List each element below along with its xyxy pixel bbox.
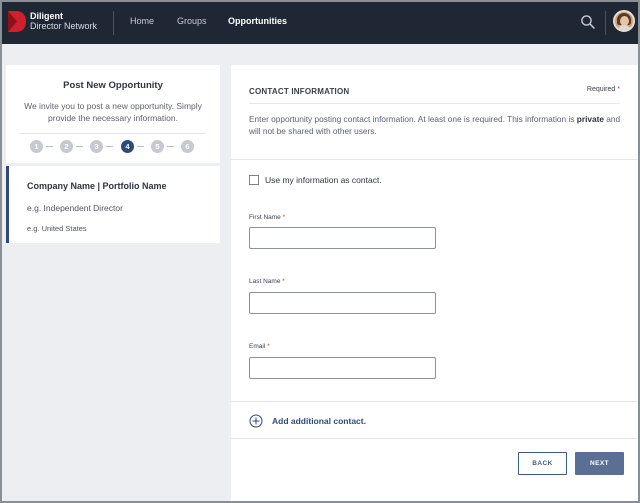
section-description: Enter opportunity posting contact inform… [249, 113, 624, 137]
description-private: private [576, 114, 604, 124]
brand-line-2: Director Network [30, 21, 98, 31]
opportunity-summary-card: Company Name | Portfolio Name e.g. Indep… [6, 166, 220, 243]
nav-link-groups[interactable]: Groups [177, 16, 207, 26]
use-my-info-label[interactable]: Use my information as contact. [265, 175, 382, 185]
top-navigation-bar: Diligent Director Network Home Groups Op… [2, 2, 638, 44]
step-3[interactable]: 3 [90, 140, 103, 153]
step-1[interactable]: 1 [30, 140, 43, 153]
next-button[interactable]: NEXT [575, 452, 624, 475]
required-asterisk: * [267, 343, 270, 350]
wizard-title: Post New Opportunity [63, 80, 163, 91]
step-connector [46, 146, 53, 147]
step-connector [167, 146, 174, 147]
step-connector [76, 146, 83, 147]
band-divider [231, 401, 638, 402]
add-contact-link[interactable]: Add additional contact. [272, 416, 366, 426]
first-name-field[interactable] [249, 227, 436, 249]
search-icon[interactable] [580, 14, 596, 30]
avatar-body [617, 25, 631, 30]
email-label-text: Email [249, 343, 266, 350]
last-name-label: Last Name * [249, 278, 285, 285]
summary-country: e.g. United States [27, 224, 87, 233]
add-circle-icon[interactable] [249, 414, 263, 428]
app-window: Diligent Director Network Home Groups Op… [0, 0, 640, 503]
first-name-label: First Name * [249, 214, 285, 221]
step-connector [106, 146, 113, 147]
nav-divider-right [605, 11, 606, 35]
nav-link-opportunities[interactable]: Opportunities [228, 16, 287, 26]
description-text: Enter opportunity posting contact inform… [249, 114, 575, 124]
user-avatar[interactable] [613, 10, 635, 32]
required-note: Required * [587, 86, 620, 93]
step-connector [137, 146, 144, 147]
step-4-current[interactable]: 4 [121, 140, 134, 153]
brand-name[interactable]: Diligent Director Network [30, 11, 97, 31]
summary-company: Company Name | Portfolio Name [27, 181, 167, 191]
wizard-progress-card: Post New Opportunity We invite you to po… [6, 65, 220, 163]
nav-link-home[interactable]: Home [130, 16, 154, 26]
diligent-logo[interactable] [8, 11, 26, 32]
first-name-label-text: First Name [249, 214, 281, 221]
last-name-field[interactable] [249, 292, 436, 314]
step-5[interactable]: 5 [151, 140, 164, 153]
summary-role: e.g. Independent Director [27, 203, 123, 213]
step-6[interactable]: 6 [181, 140, 194, 153]
email-label: Email * [249, 343, 270, 350]
section-divider [249, 103, 620, 104]
brand-line-1: Diligent [30, 11, 63, 21]
band-divider [231, 438, 638, 439]
last-name-label-text: Last Name [249, 278, 281, 285]
email-field[interactable] [249, 357, 436, 379]
step-2[interactable]: 2 [60, 140, 73, 153]
required-note-text: Required [586, 86, 616, 93]
wizard-description: We invite you to post a new opportunity.… [24, 101, 202, 123]
back-button[interactable]: BACK [518, 452, 567, 475]
required-asterisk: * [282, 278, 285, 285]
contact-information-form: CONTACT INFORMATION Required * Enter opp… [231, 65, 638, 501]
nav-divider [113, 11, 114, 35]
required-asterisk: * [617, 86, 620, 93]
use-my-info-checkbox[interactable] [249, 175, 259, 185]
step-indicator: 1 2 3 4 5 6 [30, 140, 200, 154]
required-asterisk: * [282, 214, 286, 221]
section-heading: CONTACT INFORMATION [249, 87, 350, 96]
band-divider [231, 159, 638, 160]
wizard-divider [20, 133, 206, 134]
